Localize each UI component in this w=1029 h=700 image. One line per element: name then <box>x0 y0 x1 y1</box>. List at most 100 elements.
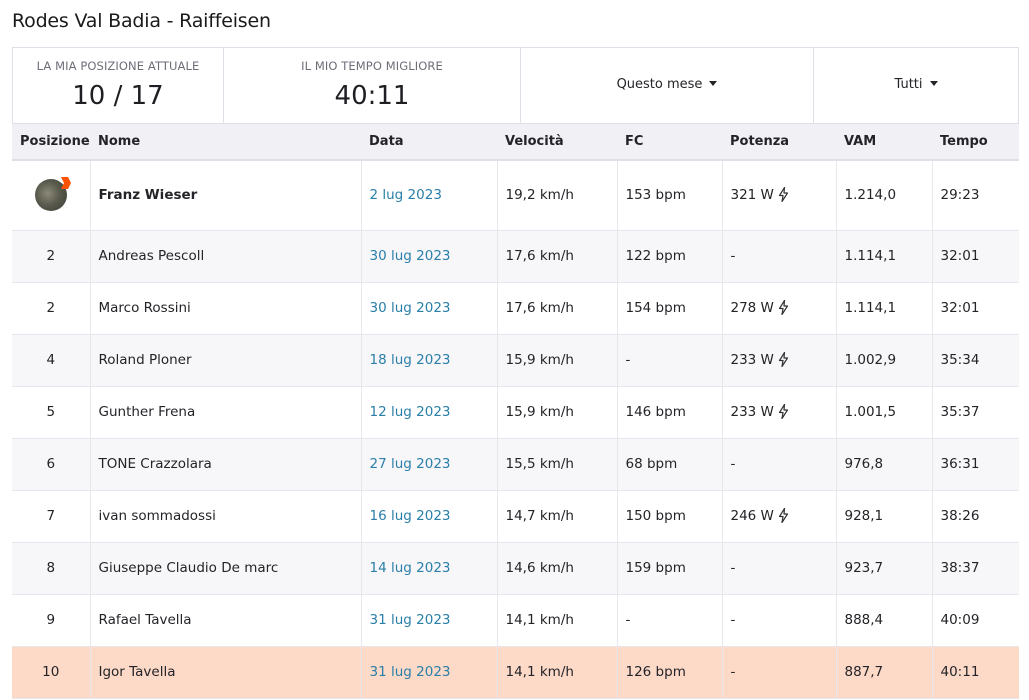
table-row[interactable]: 2 Andreas Pescoll 30 lug 2023 17,6 km/h 122 … <box>12 230 1019 283</box>
power-value: 233 W <box>730 404 774 420</box>
table-row[interactable]: 2 Marco Rossini 30 lug 2023 17,6 km/h 154 bp… <box>12 282 1019 335</box>
table-row[interactable]: 10 Igor Tavella 31 lug 2023 14,1 km/h 126 bp… <box>12 646 1019 699</box>
current-position-label: LA MIA POSIZIONE ATTUALE <box>36 59 200 73</box>
date-cell: 14 lug 2023 <box>361 542 498 595</box>
caret-down-icon <box>709 81 718 86</box>
col-header-speed[interactable]: Velocità <box>497 124 617 161</box>
caret-down-icon <box>929 81 938 86</box>
col-header-hr[interactable]: FC <box>617 124 722 161</box>
vam-cell: 1.001,5 <box>836 386 933 439</box>
lightning-bolt-icon <box>774 404 789 420</box>
time-cell: 38:37 <box>932 542 1019 595</box>
heart-rate-cell: 126 bpm <box>617 646 723 699</box>
power-cell: - <box>722 646 837 699</box>
table-row[interactable]: 7 ivan sommadossi 16 lug 2023 14,7 km/h 150 … <box>12 490 1019 543</box>
speed-cell: 15,9 km/h <box>497 386 618 439</box>
power-cell: 278 W <box>722 282 837 335</box>
time-cell: 36:31 <box>932 438 1019 491</box>
power-cell: - <box>722 438 837 491</box>
athlete-name[interactable]: Gunther Frena <box>90 386 362 439</box>
vam-cell: 1.114,1 <box>836 282 933 335</box>
heart-rate-cell: 146 bpm <box>617 386 723 439</box>
rank-cell <box>12 160 91 231</box>
vam-cell: 923,7 <box>836 542 933 595</box>
athlete-name[interactable]: Igor Tavella <box>90 646 362 699</box>
date-cell: 12 lug 2023 <box>361 386 498 439</box>
speed-cell: 17,6 km/h <box>497 282 618 335</box>
rank-cell: 8 <box>12 542 91 595</box>
table-row[interactable]: Franz Wieser 2 lug 2023 19,2 km/h 153 bpm 32… <box>12 160 1019 231</box>
speed-cell: 17,6 km/h <box>497 230 618 283</box>
col-header-position[interactable]: Posizione <box>12 124 90 161</box>
activity-date-link[interactable]: 27 lug 2023 <box>370 456 451 472</box>
group-filter-label: Tutti <box>894 77 923 92</box>
lightning-bolt-icon <box>774 187 789 203</box>
col-header-name[interactable]: Nome <box>90 124 361 161</box>
power-cell: 233 W <box>722 386 837 439</box>
current-position-value: 10 / 17 <box>72 81 164 111</box>
rank-cell: 9 <box>12 594 91 647</box>
vam-cell: 1.002,9 <box>836 334 933 387</box>
table-row[interactable]: 9 Rafael Tavella 31 lug 2023 14,1 km/h - -888… <box>12 594 1019 647</box>
col-header-date[interactable]: Data <box>361 124 497 161</box>
speed-cell: 15,9 km/h <box>497 334 618 387</box>
activity-date-link[interactable]: 14 lug 2023 <box>370 560 451 576</box>
activity-date-link[interactable]: 16 lug 2023 <box>370 508 451 524</box>
vam-cell: 888,4 <box>836 594 933 647</box>
vam-cell: 928,1 <box>836 490 933 543</box>
rank-cell: 10 <box>12 646 91 699</box>
col-header-power[interactable]: Potenza <box>722 124 836 161</box>
heart-rate-cell: 153 bpm <box>617 160 723 231</box>
activity-date-link[interactable]: 12 lug 2023 <box>370 404 451 420</box>
heart-rate-cell: - <box>617 594 723 647</box>
time-cell: 32:01 <box>932 230 1019 283</box>
power-value: 278 W <box>730 300 774 316</box>
group-filter-cell: Tutti <box>814 48 1018 123</box>
activity-date-link[interactable]: 31 lug 2023 <box>370 612 451 628</box>
time-cell: 32:01 <box>932 282 1019 335</box>
activity-date-link[interactable]: 30 lug 2023 <box>370 248 451 264</box>
vam-cell: 1.114,1 <box>836 230 933 283</box>
table-row[interactable]: 8 Giuseppe Claudio De marc 14 lug 2023 14,6… <box>12 542 1019 595</box>
date-cell: 16 lug 2023 <box>361 490 498 543</box>
athlete-name[interactable]: Giuseppe Claudio De marc <box>90 542 362 595</box>
time-cell: 40:09 <box>932 594 1019 647</box>
time-cell: 40:11 <box>932 646 1019 699</box>
leaderboard-body: Franz Wieser 2 lug 2023 19,2 km/h 153 bpm 32… <box>12 160 1019 699</box>
lightning-bolt-icon <box>774 352 789 368</box>
athlete-name[interactable]: Marco Rossini <box>90 282 362 335</box>
date-cell: 31 lug 2023 <box>361 594 498 647</box>
athlete-name[interactable]: Roland Ploner <box>90 334 362 387</box>
athlete-name[interactable]: ivan sommadossi <box>90 490 362 543</box>
speed-cell: 14,7 km/h <box>497 490 618 543</box>
power-value: - <box>730 612 736 628</box>
athlete-name[interactable]: TONE Crazzolara <box>90 438 362 491</box>
athlete-name[interactable]: Andreas Pescoll <box>90 230 362 283</box>
athlete-name[interactable]: Franz Wieser <box>90 160 362 231</box>
period-filter-cell: Questo mese <box>521 48 814 123</box>
activity-date-link[interactable]: 31 lug 2023 <box>370 664 451 680</box>
table-row[interactable]: 6 TONE Crazzolara 27 lug 2023 15,5 km/h 68 b… <box>12 438 1019 491</box>
heart-rate-cell: - <box>617 334 723 387</box>
activity-date-link[interactable]: 18 lug 2023 <box>370 352 451 368</box>
col-header-time[interactable]: Tempo <box>932 124 1019 161</box>
best-time-stat: IL MIO TEMPO MIGLIORE 40:11 <box>224 48 521 123</box>
heart-rate-cell: 122 bpm <box>617 230 723 283</box>
avatar[interactable] <box>34 177 71 212</box>
crown-icon <box>60 177 71 190</box>
col-header-vam[interactable]: VAM <box>836 124 932 161</box>
period-filter-dropdown[interactable]: Questo mese <box>521 77 813 92</box>
table-row[interactable]: 5 Gunther Frena 12 lug 2023 15,9 km/h 146 bp… <box>12 386 1019 439</box>
activity-date-link[interactable]: 2 lug 2023 <box>370 187 442 203</box>
leaderboard-table: Posizione Nome Data Velocità FC Potenza … <box>12 124 1019 699</box>
group-filter-dropdown[interactable]: Tutti <box>814 77 1018 92</box>
period-filter-label: Questo mese <box>616 77 703 92</box>
time-cell: 29:23 <box>932 160 1019 231</box>
table-row[interactable]: 4 Roland Ploner 18 lug 2023 15,9 km/h -233 W… <box>12 334 1019 387</box>
speed-cell: 14,6 km/h <box>497 542 618 595</box>
power-value: - <box>730 456 736 472</box>
speed-cell: 15,5 km/h <box>497 438 618 491</box>
athlete-name[interactable]: Rafael Tavella <box>90 594 362 647</box>
time-cell: 35:37 <box>932 386 1019 439</box>
activity-date-link[interactable]: 30 lug 2023 <box>370 300 451 316</box>
